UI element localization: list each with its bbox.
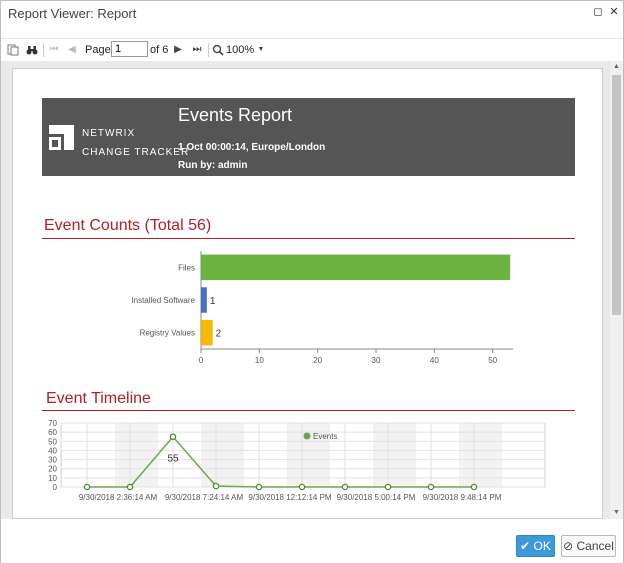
title-bar: Report Viewer: Report ◻ ✕ [1,1,623,27]
section-divider [42,238,575,239]
data-point [341,483,349,491]
zoom-level[interactable]: 100% [226,42,254,58]
event-timeline-title: Event Timeline [46,390,151,407]
x-tick-label: 9/30/2018 12:12:14 PM [248,493,332,502]
report-info: 1 Oct 00:00:14, Europe/London Run by: ad… [178,139,325,175]
legend-marker [303,432,311,440]
zoom-icon[interactable] [211,42,225,58]
x-tick-label: 0 [199,356,204,365]
data-point [212,482,220,490]
event-counts-title: Event Counts (Total 56) [44,217,212,234]
y-tick-label: 50 [48,437,57,446]
data-point [470,483,478,491]
scroll-down-icon[interactable]: ▼ [610,507,623,519]
x-tick-label: 30 [372,356,381,365]
bar [201,319,213,346]
category-label: Installed Software [131,296,195,305]
x-tick-label: 9/30/2018 9:48:14 PM [423,493,502,502]
event-counts-chart: 0102030405060Files53Installed Software1R… [131,251,513,365]
x-tick-label: 9/30/2018 7:24:14 AM [165,493,244,502]
report-title: Events Report [178,105,293,125]
x-tick-label: 10 [255,356,264,365]
data-point [427,483,435,491]
check-icon: ✔ [520,539,531,553]
brand-line-2: CHANGE TRACKER [82,147,190,158]
data-label: 2 [216,329,222,340]
y-tick-label: 30 [48,456,57,465]
chevron-down-icon[interactable]: ▼ [254,42,268,58]
data-point [384,483,392,491]
page-count-label: of 6 [150,44,169,56]
category-label: Registry Values [140,329,195,338]
toolbar-separator [208,43,209,57]
close-icon[interactable]: ✕ [607,5,621,19]
y-tick-label: 60 [48,428,57,437]
bar [201,287,207,313]
y-tick-label: 40 [48,446,57,455]
report-page: Events Report NETWRIX CHANGE TRACKER 1 O… [12,68,603,519]
data-label: 55 [167,454,179,465]
report-viewer-window: Report Viewer: Report ◻ ✕ ⏮ ◀ Page of 6 … [0,0,624,563]
maximize-icon[interactable]: ◻ [591,5,605,19]
event-timeline-chart: 010203040506070 9/30/2018 2:36:14 AM 9/30/… [48,419,546,502]
last-page-icon[interactable]: ⏭ [190,42,204,58]
bar [201,254,511,281]
scroll-thumb[interactable] [612,75,621,315]
cancel-button[interactable]: ⊘ Cancel [561,535,616,557]
report-viewport[interactable]: Events Report NETWRIX CHANGE TRACKER 1 O… [1,61,623,519]
data-point [255,483,263,491]
ok-label: OK [533,539,551,553]
section-divider [42,410,575,411]
category-label: Files [178,263,195,272]
x-tick-label: 20 [313,356,322,365]
toolbar: ⏮ ◀ Page of 6 ▶ ⏭ 100% ▼ [1,38,623,60]
page-layout-icon[interactable] [6,42,20,58]
dialog-footer: ✔ OK ⊘ Cancel [1,519,623,563]
toolbar-separator [43,43,44,57]
scroll-up-icon[interactable]: ▲ [610,61,623,73]
y-tick-label: 10 [48,474,57,483]
report-run-by: Run by: admin [178,160,248,171]
report-date: 1 Oct 00:00:14, Europe/London [178,142,326,153]
x-tick-label: 9/30/2018 2:36:14 AM [79,493,158,502]
next-page-icon[interactable]: ▶ [171,42,185,58]
brand-name: NETWRIX CHANGE TRACKER [82,124,189,162]
y-tick-label: 20 [48,465,57,474]
data-label: 1 [210,296,216,307]
x-tick-label: 40 [430,356,439,365]
data-point [126,483,134,491]
y-tick-label: 70 [48,419,57,428]
first-page-icon[interactable]: ⏮ [47,42,61,58]
netwrix-logo-icon [49,125,74,150]
window-title: Report Viewer: Report [8,6,137,21]
x-tick-label: 50 [488,356,497,365]
x-tick-label: 9/30/2018 5:00:14 PM [337,493,416,502]
legend-label: Events [313,432,337,441]
data-point [169,433,177,440]
page-number-input[interactable] [111,41,148,57]
vertical-scrollbar[interactable]: ▲ ▼ [610,61,623,519]
y-tick-label: 0 [53,483,58,492]
data-point [298,483,306,491]
data-point [83,483,91,491]
report-header: Events Report NETWRIX CHANGE TRACKER 1 O… [42,98,575,176]
ok-button[interactable]: ✔ OK [516,535,555,557]
page-label: Page [85,44,111,56]
prev-page-icon[interactable]: ◀ [65,42,79,58]
cancel-label: Cancel [576,539,614,553]
brand-line-1: NETWRIX [82,128,136,139]
binoculars-icon[interactable] [25,42,39,58]
cancel-icon: ⊘ [563,539,574,553]
